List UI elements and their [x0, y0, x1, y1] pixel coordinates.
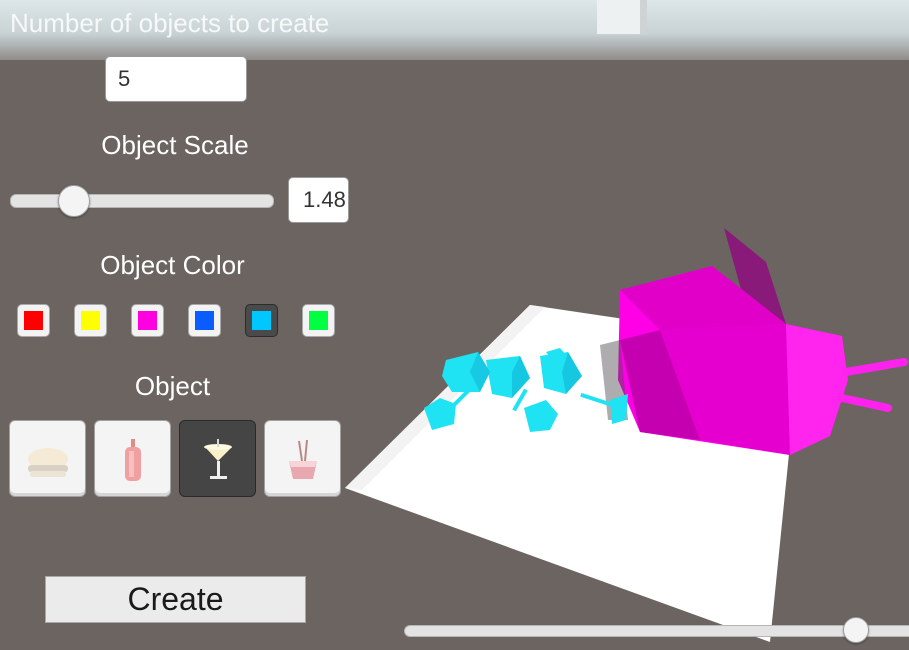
count-label: Number of objects to create — [10, 8, 330, 38]
color-swatch-green[interactable] — [302, 304, 335, 337]
color-swatch-blue[interactable] — [188, 304, 221, 337]
scale-slider-track[interactable] — [10, 194, 274, 208]
camera-slider-handle[interactable] — [842, 617, 869, 643]
green-color-chip — [309, 311, 328, 330]
magenta-color-chip — [138, 311, 157, 330]
red-color-chip — [24, 311, 43, 330]
object-button-noodles[interactable] — [264, 420, 341, 497]
color-label: Object Color — [100, 250, 245, 280]
color-swatch-yellow[interactable] — [74, 304, 107, 337]
cocktail-glass-icon — [204, 439, 232, 479]
object-label: Object — [134, 371, 211, 401]
ketchup-bottle-icon — [125, 439, 141, 481]
burger-icon — [28, 448, 68, 477]
object-button-burger[interactable] — [9, 420, 86, 497]
camera-slider-track[interactable] — [404, 625, 909, 637]
color-swatch-magenta[interactable] — [131, 304, 164, 337]
column-top — [597, 0, 647, 34]
scale-slider-handle[interactable] — [57, 185, 90, 217]
count-input[interactable]: 5 — [105, 56, 247, 102]
blue-color-chip — [195, 311, 214, 330]
yellow-color-chip — [81, 311, 100, 330]
color-swatch-cyan[interactable] — [245, 304, 278, 337]
object-button-ketchup[interactable] — [94, 420, 171, 497]
object-button-cocktail[interactable] — [179, 420, 256, 497]
noodle-box-icon — [289, 439, 317, 479]
scale-label: Object Scale — [101, 130, 249, 160]
color-swatch-red[interactable] — [17, 304, 50, 337]
cyan-color-chip — [252, 311, 271, 330]
scale-value-input[interactable]: 1.48 — [288, 177, 349, 223]
create-button[interactable]: Create — [45, 576, 306, 623]
